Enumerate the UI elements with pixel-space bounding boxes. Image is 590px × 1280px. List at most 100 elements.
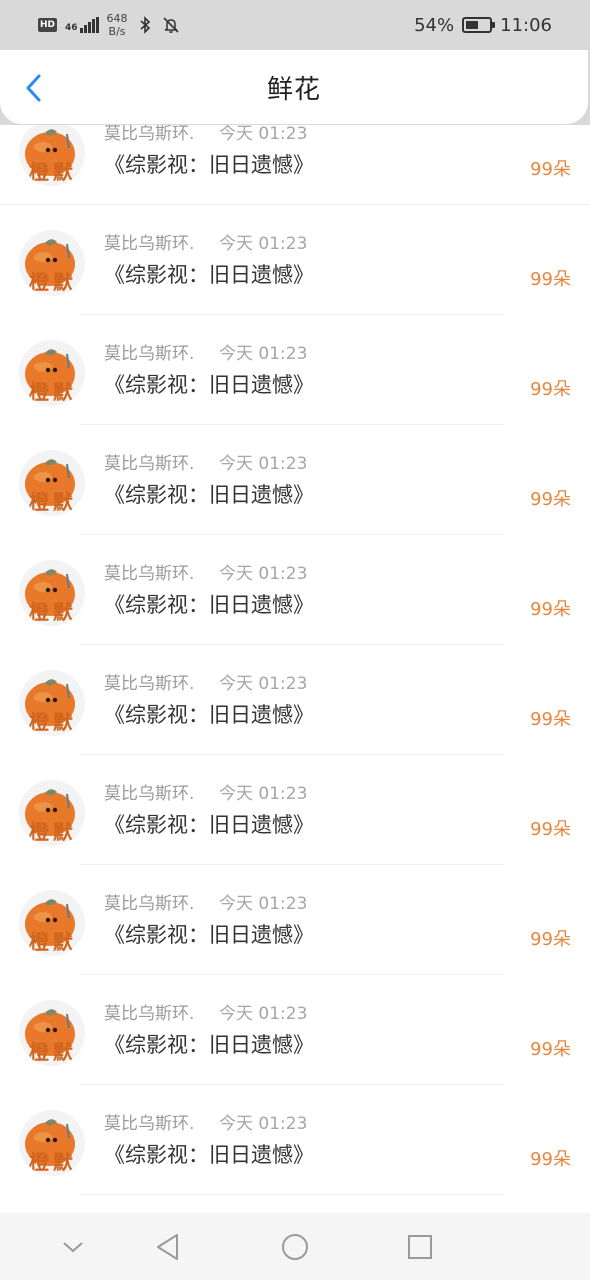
item-title[interactable]: 《综影视：旧日遗憾》 xyxy=(104,1139,314,1169)
home-circle-icon xyxy=(282,1234,308,1260)
recents-square-icon xyxy=(408,1235,432,1259)
collapse-icon xyxy=(63,1242,83,1253)
list-item[interactable]: 橙默 莫比乌斯环. 今天 01:23 《综影视：旧日遗憾》 99朵 xyxy=(0,205,590,315)
back-button[interactable] xyxy=(18,72,50,104)
item-time: 今天 01:23 xyxy=(219,674,308,694)
list-item[interactable]: 橙默 莫比乌斯环. 今天 01:23 《综影视：旧日遗憾》 99朵 xyxy=(0,865,590,975)
avatar-text: 橙默 xyxy=(29,820,77,844)
hd-icon: HD xyxy=(38,18,58,32)
item-title[interactable]: 《综影视：旧日遗憾》 xyxy=(104,699,314,729)
battery-percent: 54% xyxy=(414,14,455,36)
flower-list-content: 橙默 莫比乌斯环. 今天 01:23 《综影视：旧日遗憾》 99朵 橙默 莫比乌… xyxy=(0,125,590,1195)
signal-icon: 46 xyxy=(65,17,99,33)
item-time: 今天 01:23 xyxy=(219,1114,308,1134)
item-time: 今天 01:23 xyxy=(219,344,308,364)
item-count: 99朵 xyxy=(530,599,571,620)
item-user: 莫比乌斯环. xyxy=(104,784,195,804)
item-count: 99朵 xyxy=(530,709,571,730)
item-title[interactable]: 《综影视：旧日遗憾》 xyxy=(104,589,314,619)
item-time: 今天 01:23 xyxy=(219,454,308,474)
back-triangle-icon xyxy=(157,1234,178,1260)
home-button[interactable] xyxy=(279,1231,311,1263)
list-item[interactable]: 橙默 莫比乌斯环. 今天 01:23 《综影视：旧日遗憾》 99朵 xyxy=(0,425,590,535)
system-nav-bar xyxy=(0,1213,590,1280)
network-type: 46 xyxy=(65,23,78,33)
battery-icon xyxy=(462,17,496,33)
item-count: 99朵 xyxy=(530,1149,571,1170)
avatar-text: 橙默 xyxy=(29,380,77,404)
list-item[interactable]: 橙默 莫比乌斯环. 今天 01:23 《综影视：旧日遗憾》 99朵 xyxy=(0,755,590,865)
item-user: 莫比乌斯环. xyxy=(104,454,195,474)
signal-bars xyxy=(79,17,99,33)
net-speed-unit: B/s xyxy=(108,25,126,38)
item-user: 莫比乌斯环. xyxy=(104,1004,195,1024)
clock: 11:06 xyxy=(500,14,552,36)
item-time: 今天 01:23 xyxy=(219,1004,308,1024)
list-item[interactable]: 橙默 莫比乌斯环. 今天 01:23 《综影视：旧日遗憾》 99朵 xyxy=(0,645,590,755)
avatar-text: 橙默 xyxy=(29,490,77,514)
bluetooth-icon xyxy=(136,16,154,34)
item-user: 莫比乌斯环. xyxy=(104,1114,195,1134)
list-item[interactable]: 橙默 莫比乌斯环. 今天 01:23 《综影视：旧日遗憾》 99朵 xyxy=(0,315,590,425)
avatar-text: 橙默 xyxy=(29,930,77,954)
net-speed-value: 648 xyxy=(106,12,128,25)
item-count: 99朵 xyxy=(530,489,571,510)
item-count: 99朵 xyxy=(530,379,571,400)
item-title[interactable]: 《综影视：旧日遗憾》 xyxy=(104,479,314,509)
avatar[interactable]: 橙默 xyxy=(19,1110,85,1176)
item-count: 99朵 xyxy=(530,159,571,180)
item-title[interactable]: 《综影视：旧日遗憾》 xyxy=(104,919,314,949)
list-item[interactable]: 橙默 莫比乌斯环. 今天 01:23 《综影视：旧日遗憾》 99朵 xyxy=(0,1085,590,1195)
item-title[interactable]: 《综影视：旧日遗憾》 xyxy=(104,1029,314,1059)
item-time: 今天 01:23 xyxy=(219,125,308,144)
avatar-text: 橙默 xyxy=(29,710,77,734)
item-user: 莫比乌斯环. xyxy=(104,125,195,144)
header-card: 鲜花 xyxy=(0,50,588,124)
avatar-text: 橙默 xyxy=(29,600,77,624)
system-back-button[interactable] xyxy=(152,1231,184,1263)
chevron-left-icon xyxy=(26,74,41,102)
item-user: 莫比乌斯环. xyxy=(104,674,195,694)
item-count: 99朵 xyxy=(530,269,571,290)
avatar[interactable]: 橙默 xyxy=(19,125,85,186)
status-bar: HD 46 648 B/s 54% 11:06 xyxy=(0,0,590,50)
avatar[interactable]: 橙默 xyxy=(19,230,85,296)
item-count: 99朵 xyxy=(530,929,571,950)
battery-fill xyxy=(466,21,478,29)
net-speed: 648 B/s xyxy=(107,12,128,38)
header-bar: 鲜花 xyxy=(0,50,590,125)
item-user: 莫比乌斯环. xyxy=(104,894,195,914)
avatar[interactable]: 橙默 xyxy=(19,560,85,626)
item-count: 99朵 xyxy=(530,1039,571,1060)
avatar[interactable]: 橙默 xyxy=(19,890,85,956)
item-title[interactable]: 《综影视：旧日遗憾》 xyxy=(104,809,314,839)
divider xyxy=(80,1194,504,1195)
item-user: 莫比乌斯环. xyxy=(104,564,195,584)
item-user: 莫比乌斯环. xyxy=(104,344,195,364)
list-item[interactable]: 橙默 莫比乌斯环. 今天 01:23 《综影视：旧日遗憾》 99朵 xyxy=(0,125,590,205)
status-right: 54% 11:06 xyxy=(414,15,552,36)
page-title: 鲜花 xyxy=(266,74,321,105)
item-title[interactable]: 《综影视：旧日遗憾》 xyxy=(104,369,314,399)
item-time: 今天 01:23 xyxy=(219,784,308,804)
avatar[interactable]: 橙默 xyxy=(19,670,85,736)
avatar[interactable]: 橙默 xyxy=(19,450,85,516)
avatar-text: 橙默 xyxy=(29,1150,77,1174)
item-title[interactable]: 《综影视：旧日遗憾》 xyxy=(104,259,314,289)
item-time: 今天 01:23 xyxy=(219,234,308,254)
avatar-text: 橙默 xyxy=(29,1040,77,1064)
item-title[interactable]: 《综影视：旧日遗憾》 xyxy=(104,149,314,179)
item-time: 今天 01:23 xyxy=(219,894,308,914)
recents-button[interactable] xyxy=(404,1231,436,1263)
flower-list[interactable]: 橙默 莫比乌斯环. 今天 01:23 《综影视：旧日遗憾》 99朵 橙默 莫比乌… xyxy=(0,125,590,1213)
avatar[interactable]: 橙默 xyxy=(19,1000,85,1066)
avatar[interactable]: 橙默 xyxy=(19,340,85,406)
list-item[interactable]: 橙默 莫比乌斯环. 今天 01:23 《综影视：旧日遗憾》 99朵 xyxy=(0,975,590,1085)
status-left: HD 46 648 B/s xyxy=(38,12,180,38)
list-item[interactable]: 橙默 莫比乌斯环. 今天 01:23 《综影视：旧日遗憾》 99朵 xyxy=(0,535,590,645)
collapse-button[interactable] xyxy=(57,1231,89,1263)
avatar[interactable]: 橙默 xyxy=(19,780,85,846)
avatar-text: 橙默 xyxy=(29,160,77,184)
avatar-text: 橙默 xyxy=(29,270,77,294)
item-user: 莫比乌斯环. xyxy=(104,234,195,254)
